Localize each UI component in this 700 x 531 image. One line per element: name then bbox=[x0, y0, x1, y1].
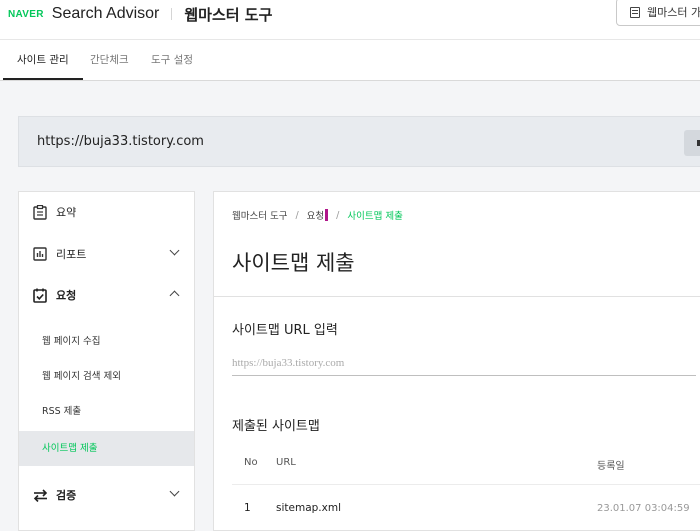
breadcrumb-item[interactable]: 웹마스터 도구 bbox=[232, 208, 287, 222]
sidebar-item-label: 요약 bbox=[56, 206, 77, 219]
table-cell-date: 23.01.07 03:04:59 bbox=[597, 503, 690, 514]
submitted-sitemaps-title: 제출된 사이트맵 bbox=[232, 419, 320, 434]
sitemap-url-section-title: 사이트맵 URL 입력 bbox=[232, 323, 338, 338]
tab-bar: 사이트 관리 간단체크 도구 설정 bbox=[0, 39, 700, 81]
table-cell-url[interactable]: sitemap.xml bbox=[276, 502, 341, 514]
sidebar-item-verify[interactable]: 검증 bbox=[19, 475, 194, 515]
sidebar-subitem-page-exclude[interactable]: 웹 페이지 검색 제외 bbox=[19, 359, 194, 394]
chevron-up-icon bbox=[169, 290, 180, 301]
naver-logo[interactable]: NAVER bbox=[8, 9, 44, 20]
tab-quick-check[interactable]: 간단체크 bbox=[90, 40, 129, 80]
breadcrumb-item[interactable]: 요청 bbox=[307, 208, 324, 222]
report-icon bbox=[32, 246, 48, 262]
main-panel: 웹마스터 도구 / 요청 / 사이트맵 제출 사이트맵 제출 사이트맵 URL … bbox=[213, 191, 700, 531]
request-icon bbox=[32, 287, 48, 303]
sidebar-item-report[interactable]: 리포트 bbox=[19, 234, 194, 274]
chevron-down-icon bbox=[169, 245, 180, 256]
title-divider bbox=[171, 8, 173, 20]
sitemap-url-input[interactable] bbox=[232, 350, 696, 376]
table-header-no: No bbox=[244, 457, 258, 468]
sidebar-item-label: 리포트 bbox=[56, 248, 87, 261]
summary-icon bbox=[32, 204, 48, 220]
page-title: 사이트맵 제출 bbox=[232, 251, 355, 275]
section-title[interactable]: 웹마스터 도구 bbox=[184, 4, 272, 25]
breadcrumb-separator: / bbox=[295, 209, 299, 221]
table-header-date: 등록일 bbox=[597, 461, 625, 472]
breadcrumb-separator: / bbox=[336, 209, 340, 221]
sidebar-item-label: 검증 bbox=[56, 489, 77, 502]
sidebar-item-label: 요청 bbox=[56, 289, 77, 302]
sidebar-subitem-page-collect[interactable]: 웹 페이지 수집 bbox=[19, 324, 194, 359]
sidebar: 요약 리포트 요청 웹 페이지 수집 웹 페이지 검색 제외 RSS 제출 사이… bbox=[18, 191, 195, 531]
tab-site-management[interactable]: 사이트 관리 bbox=[3, 40, 83, 80]
webmaster-guide-button[interactable]: 웹마스터 가이드 bbox=[616, 0, 700, 26]
breadcrumb-current: 사이트맵 제출 bbox=[347, 211, 403, 222]
verify-icon bbox=[32, 487, 48, 503]
site-menu-button[interactable] bbox=[684, 130, 700, 156]
top-bar: NAVER Search Advisor 웹마스터 도구 웹마스터 가이드 bbox=[0, 0, 700, 39]
tab-tool-settings[interactable]: 도구 설정 bbox=[151, 40, 193, 80]
sidebar-subitem-sitemap-submit[interactable]: 사이트맵 제출 bbox=[19, 431, 194, 466]
sidebar-subitem-rss-submit[interactable]: RSS 제출 bbox=[19, 394, 194, 429]
table-cell-no: 1 bbox=[244, 502, 251, 514]
table-divider bbox=[232, 484, 700, 485]
webmaster-guide-label: 웹마스터 가이드 bbox=[647, 6, 700, 19]
text-cursor-mark bbox=[325, 209, 329, 221]
sidebar-item-request[interactable]: 요청 bbox=[19, 275, 194, 315]
table-header-url: URL bbox=[276, 457, 296, 468]
site-selector[interactable]: https://buja33.tistory.com bbox=[18, 116, 700, 167]
chevron-down-icon bbox=[169, 486, 180, 497]
breadcrumb: 웹마스터 도구 / 요청 / 사이트맵 제출 bbox=[232, 208, 403, 222]
title-divider bbox=[214, 296, 700, 297]
document-icon bbox=[630, 6, 640, 18]
sidebar-item-summary[interactable]: 요약 bbox=[19, 192, 194, 232]
brand: NAVER Search Advisor 웹마스터 도구 bbox=[8, 3, 272, 25]
product-title[interactable]: Search Advisor bbox=[52, 5, 160, 23]
site-url: https://buja33.tistory.com bbox=[37, 134, 204, 149]
